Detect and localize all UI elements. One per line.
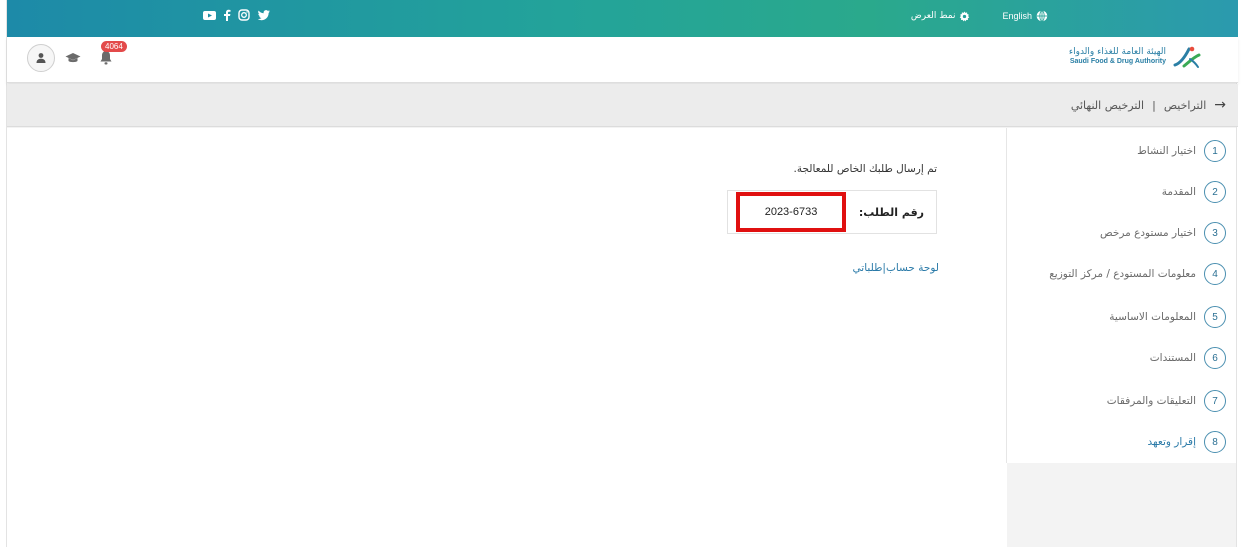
sfda-logo[interactable]: الهيئة العامة للغذاء والدواء Saudi Food …	[1069, 45, 1202, 69]
youtube-icon[interactable]	[203, 10, 216, 21]
top-actions: نمط العرض English	[911, 10, 1048, 22]
step-item-3[interactable]: 3 اختيار مستودع مرخص	[1100, 222, 1226, 244]
instagram-icon[interactable]	[238, 9, 250, 21]
language-label: English	[1002, 11, 1032, 21]
main-content: تم إرسال طلبك الخاص للمعالجة. رقم الطلب:…	[7, 128, 1007, 547]
step-number: 7	[1204, 390, 1226, 412]
step-item-6[interactable]: 6 المستندات	[1150, 347, 1226, 369]
breadcrumb-item-current: الترخيص النهائي	[1070, 98, 1145, 112]
request-number-label: رقم الطلب:	[858, 205, 924, 219]
user-avatar[interactable]	[27, 44, 55, 72]
notifications-button[interactable]: 4064	[91, 41, 127, 73]
graduation-cap-icon[interactable]	[65, 52, 81, 64]
step-label: معلومات المستودع / مركز التوزيع	[1049, 268, 1196, 280]
bell-icon	[100, 51, 112, 65]
display-mode-toggle[interactable]: نمط العرض	[910, 10, 971, 22]
step-label: المستندات	[1149, 352, 1196, 364]
gear-icon	[960, 10, 970, 21]
step-label: اختيار مستودع مرخص	[1100, 227, 1196, 239]
notification-count-badge: 4064	[101, 41, 127, 52]
user-icon	[36, 53, 46, 63]
step-number: 1	[1204, 140, 1226, 162]
top-bar: نمط العرض English	[7, 0, 1238, 37]
step-item-1[interactable]: 1 اختيار النشاط	[1137, 140, 1226, 162]
step-label: التعليقات والمرفقات	[1106, 395, 1196, 407]
post-submit-links: لوحة حساب|طلباتي	[853, 262, 939, 274]
social-links	[203, 9, 270, 21]
back-arrow-icon[interactable]: →	[1214, 97, 1226, 113]
step-number: 8	[1204, 431, 1226, 453]
logo-arabic-text: الهيئة العامة للغذاء والدواء	[1068, 47, 1166, 57]
step-label: المقدمة	[1161, 186, 1196, 198]
header-icons: 4064	[27, 41, 127, 73]
request-number-box: رقم الطلب: 2023-6733	[727, 190, 937, 234]
breadcrumb: → التراخيص | الترخيص النهائي	[1071, 97, 1226, 113]
step-item-8[interactable]: 8 إقرار وتعهد	[1148, 431, 1226, 453]
twitter-icon[interactable]	[257, 9, 270, 21]
step-number: 4	[1204, 263, 1226, 285]
breadcrumb-item-licenses[interactable]: التراخيص	[1164, 99, 1206, 112]
my-requests-link[interactable]: طلباتي	[853, 262, 883, 274]
step-number: 6	[1204, 347, 1226, 369]
step-label: إقرار وتعهد	[1147, 436, 1196, 448]
step-label: المعلومات الاساسية	[1109, 311, 1196, 323]
step-number: 3	[1204, 222, 1226, 244]
success-message: تم إرسال طلبك الخاص للمعالجة.	[793, 163, 937, 175]
steps-sidebar: 1 اختيار النشاط 2 المقدمة 3 اختيار مستود…	[1006, 128, 1236, 463]
step-item-2[interactable]: 2 المقدمة	[1162, 181, 1226, 203]
account-dashboard-link[interactable]: لوحة حساب	[886, 262, 939, 274]
step-label: اختيار النشاط	[1137, 145, 1196, 157]
step-number: 5	[1204, 306, 1226, 328]
request-number-value: 2023-6733	[736, 192, 846, 232]
step-item-7[interactable]: 7 التعليقات والمرفقات	[1107, 390, 1226, 412]
step-item-4[interactable]: 4 معلومات المستودع / مركز التوزيع	[1049, 263, 1226, 285]
app-frame: نمط العرض English 4064 الهيئة العامة للغ…	[6, 0, 1238, 547]
step-item-5[interactable]: 5 المعلومات الاساسية	[1109, 306, 1226, 328]
site-header: 4064 الهيئة العامة للغذاء والدواء Saudi …	[7, 37, 1238, 83]
sfda-emblem-icon	[1173, 46, 1201, 68]
breadcrumb-bar: → التراخيص | الترخيص النهائي	[7, 84, 1238, 127]
display-mode-label: نمط العرض	[910, 11, 956, 21]
breadcrumb-separator: |	[1152, 98, 1156, 112]
logo-english-text: Saudi Food & Drug Authority	[1069, 58, 1166, 65]
globe-icon	[1036, 10, 1048, 22]
language-switch[interactable]: English	[1002, 10, 1048, 22]
facebook-icon[interactable]	[223, 9, 231, 21]
step-number: 2	[1204, 181, 1226, 203]
